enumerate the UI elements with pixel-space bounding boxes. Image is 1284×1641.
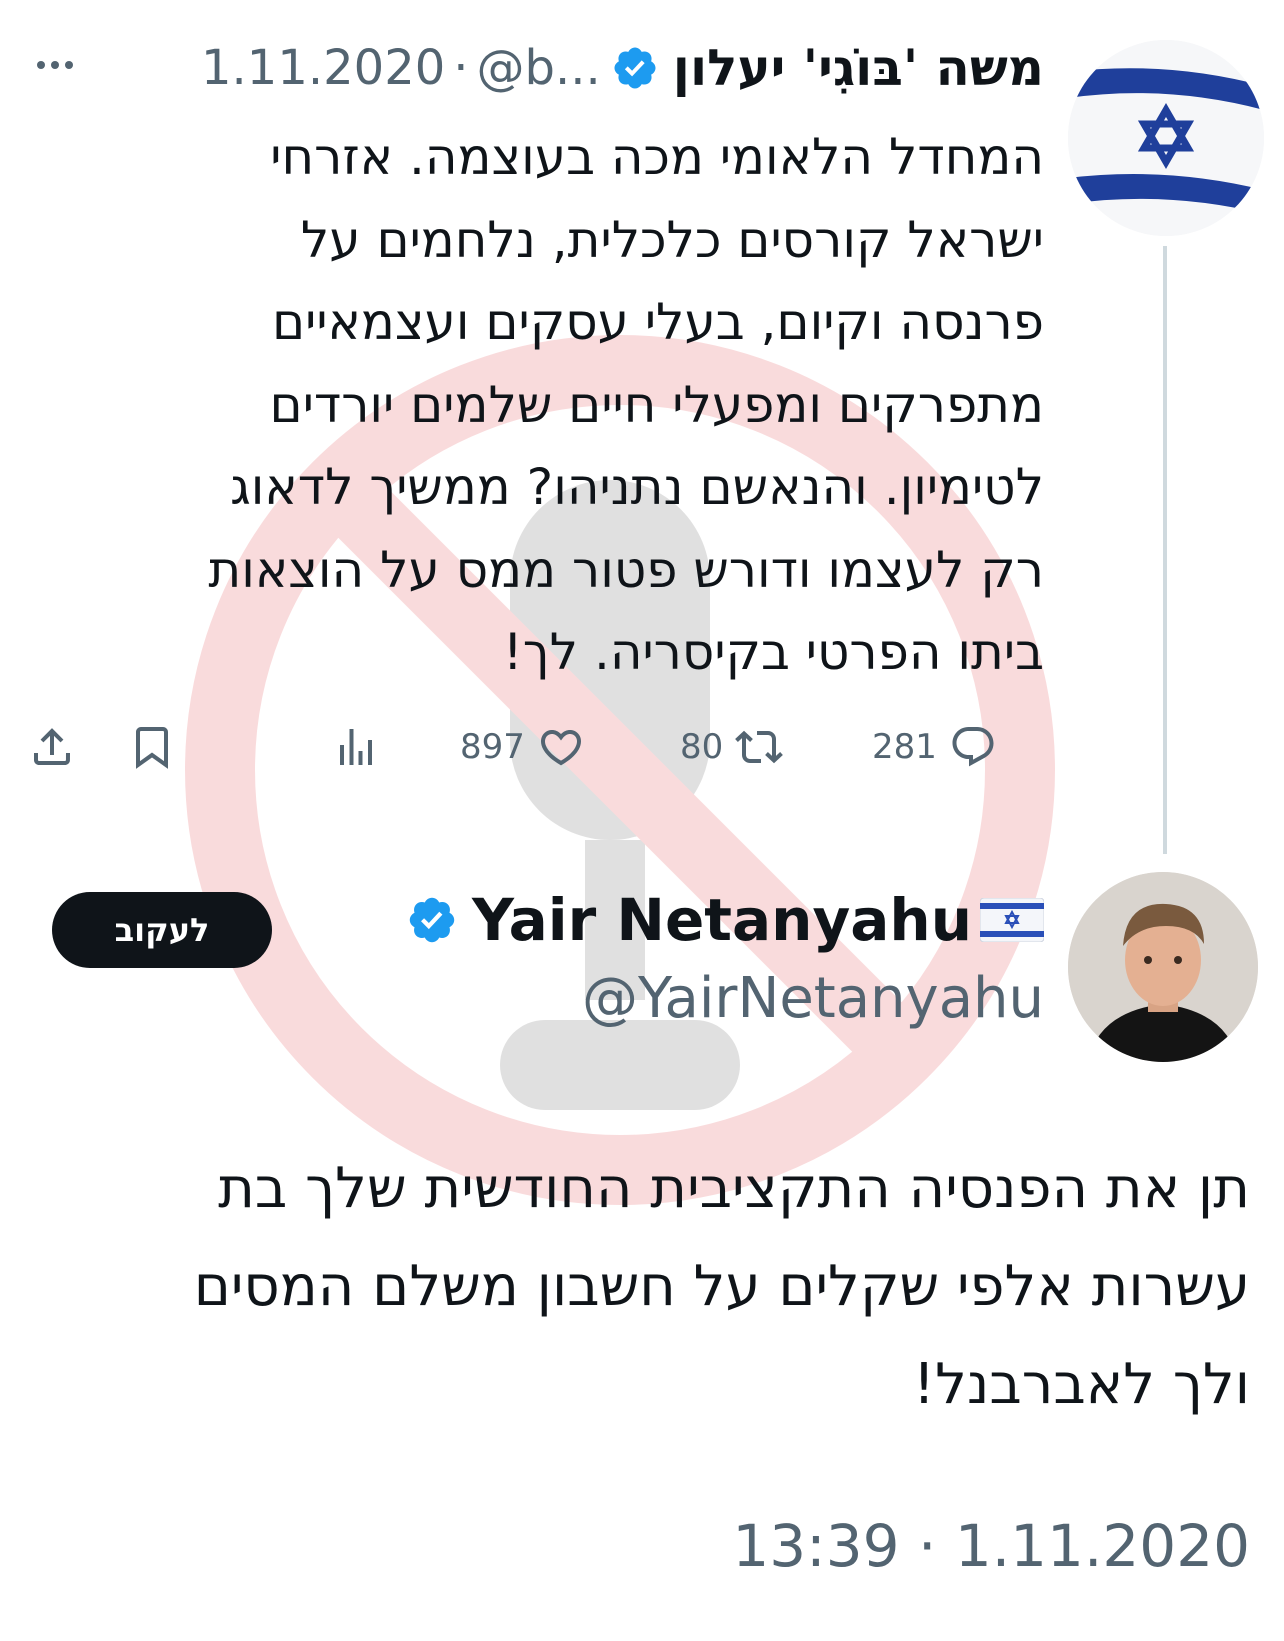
thread-line xyxy=(1163,246,1167,854)
like-count: 897 xyxy=(460,727,525,767)
bookmark-icon xyxy=(136,727,168,769)
share-icon xyxy=(34,728,70,765)
reply-author-avatar[interactable] xyxy=(1068,872,1258,1062)
reply-author-header: Yair Netanyahu xyxy=(406,880,1044,960)
text-line: ולך לאברבנל! xyxy=(912,1352,1250,1417)
tweet-actions: 897 80 281 xyxy=(20,715,1060,779)
bookmark-button[interactable] xyxy=(128,715,176,779)
views-button[interactable] xyxy=(332,715,380,779)
text-line: המחדל הלאומי מכה בעוצמה. אזרחי xyxy=(270,128,1044,186)
text-line: ישראל קורסים כלכלית, נלחמים על xyxy=(300,210,1044,269)
reply-author-handle[interactable]: @YairNetanyahu xyxy=(582,966,1044,1031)
like-button[interactable]: 897 xyxy=(460,715,585,779)
author-handle[interactable]: @b... xyxy=(477,40,601,96)
verified-badge-icon xyxy=(611,44,659,92)
retweet-icon xyxy=(735,730,784,764)
reply-icon xyxy=(952,727,994,767)
reply-button[interactable]: 281 xyxy=(872,715,997,779)
share-button[interactable] xyxy=(28,715,76,779)
text-line: פרנסה וקיום, בעלי עסקים ועצמאיים xyxy=(271,293,1044,351)
text-line: רק לעצמו ודורש פטור ממס על הוצאות xyxy=(208,540,1044,599)
reply-count: 281 xyxy=(872,727,937,767)
follow-button[interactable]: לעקוב xyxy=(52,892,272,968)
tweet-date[interactable]: 1.11.2020 xyxy=(201,40,445,96)
profile-photo-icon xyxy=(1068,872,1258,1062)
author-avatar[interactable] xyxy=(1068,40,1264,236)
text-line: ביתו הפרטי בקיסריה. לך! xyxy=(502,623,1044,681)
like-icon xyxy=(540,730,581,766)
reply-tweet-text: תן את הפנסיה התקציבית החודשית שלך בת עשר… xyxy=(30,1140,1250,1434)
text-line: עשרות אלפי שקלים על חשבון משלם המסים xyxy=(193,1254,1250,1319)
israel-flag-icon xyxy=(980,898,1044,942)
text-line: לטימיון. והנאשם נתניהו? ממשיך לדאוג xyxy=(230,458,1044,516)
author-name[interactable]: משה 'בּוֹגִי' יעלון xyxy=(673,39,1044,97)
quoted-tweet-text: המחדל הלאומי מכה בעוצמה. אזרחי ישראל קור… xyxy=(84,116,1044,694)
separator: · xyxy=(453,40,469,96)
tweet-timestamp[interactable]: 13:39 · 1.11.2020 xyxy=(732,1512,1250,1580)
reply-author-name[interactable]: Yair Netanyahu xyxy=(472,886,972,954)
quoted-tweet-header: משה 'בּוֹגִי' יעלון @b... · 1.11.2020 xyxy=(30,26,1044,110)
verified-badge-icon xyxy=(406,894,458,946)
retweet-count: 80 xyxy=(680,727,724,767)
text-line: מתפרקים ומפעלי חיים שלמים יורדים xyxy=(269,375,1044,434)
text-line: תן את הפנסיה התקציבית החודשית שלך בת xyxy=(218,1156,1250,1221)
retweet-button[interactable]: 80 xyxy=(680,715,784,779)
israel-flag-icon xyxy=(1068,40,1264,236)
views-icon xyxy=(340,729,372,765)
